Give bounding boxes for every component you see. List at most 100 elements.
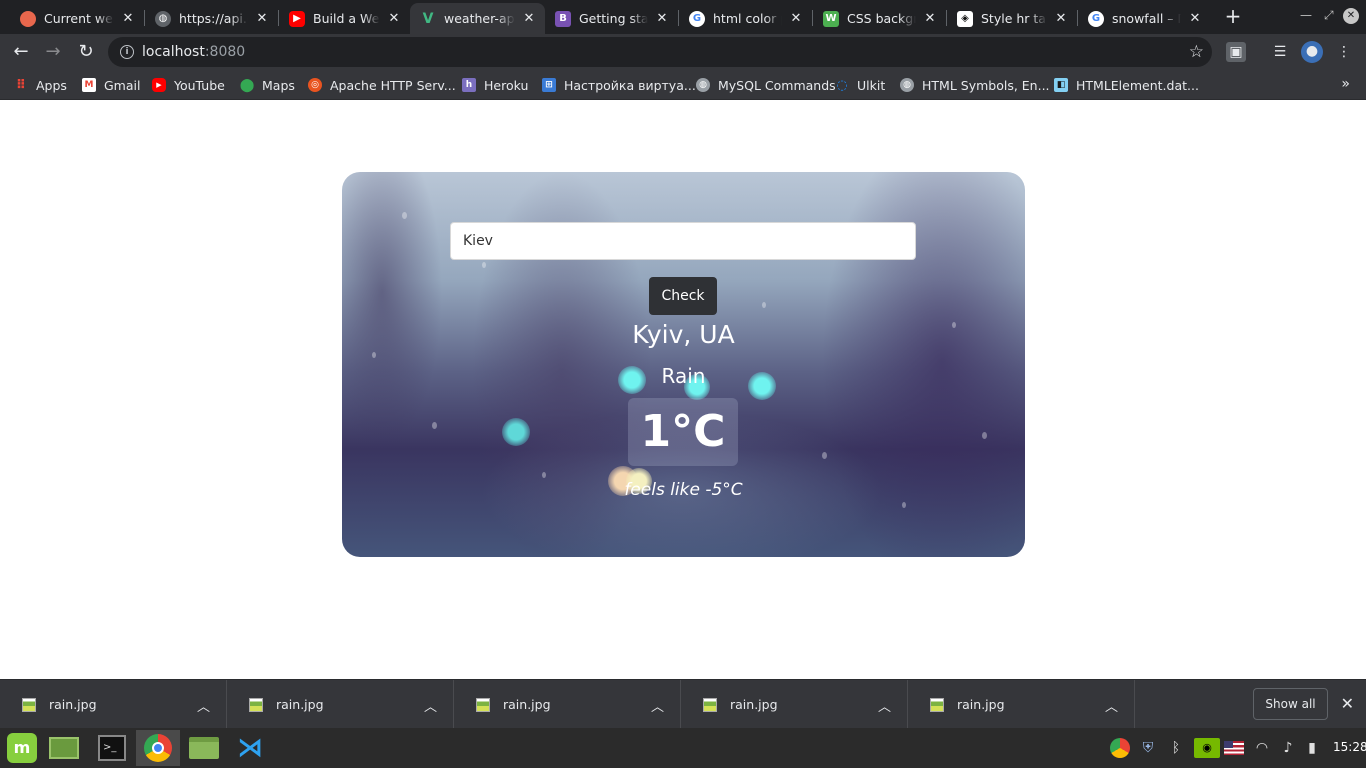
check-button[interactable]: Check xyxy=(649,277,717,315)
close-icon[interactable]: ✕ xyxy=(788,11,804,27)
chevron-up-icon[interactable]: ︿ xyxy=(878,696,891,715)
tab-css-background[interactable]: W CSS background ✕ xyxy=(813,3,946,34)
heroku-icon: h xyxy=(462,78,476,92)
bookmark-label: Apache HTTP Serv... xyxy=(330,77,456,93)
weather-condition: Rain xyxy=(661,364,706,388)
extension-icon[interactable]: ▣ xyxy=(1226,42,1246,62)
chevron-up-icon[interactable]: ︿ xyxy=(197,696,210,715)
close-window-icon[interactable]: ✕ xyxy=(1343,8,1359,24)
feels-like-text: feels like -5°C xyxy=(624,480,743,500)
bookmark-maps[interactable]: ⬤ Maps xyxy=(240,76,295,94)
tab-weather-app[interactable]: V weather-app ✕ xyxy=(410,3,545,34)
back-arrow-icon[interactable]: ← xyxy=(10,41,32,63)
close-icon[interactable]: ✕ xyxy=(922,11,938,27)
show-all-button[interactable]: Show all xyxy=(1253,688,1328,720)
bookmark-virtual-setup[interactable]: ⊞ Настройка виртуа... xyxy=(542,76,696,94)
download-filename: rain.jpg xyxy=(503,697,551,712)
close-icon[interactable]: ✕ xyxy=(1187,11,1203,27)
rain-drop xyxy=(822,452,827,459)
profile-avatar[interactable]: ● xyxy=(1301,41,1323,63)
download-filename: rain.jpg xyxy=(276,697,324,712)
close-icon[interactable]: ✕ xyxy=(120,11,136,27)
reload-icon[interactable]: ↻ xyxy=(75,41,97,63)
bookmarks-bar: ⠿ Apps M Gmail ▶ YouTube ⬤ Maps ◎ Apache… xyxy=(0,70,1366,100)
gmail-icon: M xyxy=(82,78,96,92)
chrome-icon[interactable] xyxy=(136,730,180,766)
address-bar[interactable]: i localhost :8080 ☆ xyxy=(108,37,1212,67)
tab-build-weather[interactable]: ▶ Build a Weather App ✕ xyxy=(279,3,410,34)
music-note-icon[interactable]: ♪ xyxy=(1278,738,1298,758)
chevron-up-icon[interactable]: ︿ xyxy=(1105,696,1118,715)
page-content: Check Kyiv, UA Rain 1°C feels like -5°C xyxy=(0,104,1366,679)
media-queue-icon[interactable]: ☰ xyxy=(1270,42,1290,62)
download-item[interactable]: rain.jpg ︿ xyxy=(0,680,227,729)
tab-api[interactable]: ◍ https://api.openweathermap.org ✕ xyxy=(145,3,278,34)
download-item[interactable]: rain.jpg ︿ xyxy=(681,680,908,729)
show-desktop-icon[interactable] xyxy=(42,730,86,766)
city-search-input[interactable] xyxy=(450,222,916,260)
rain-drop xyxy=(482,262,486,268)
tab-title: https://api.openweathermap.org xyxy=(179,11,248,26)
close-icon[interactable]: ✕ xyxy=(654,11,670,27)
nvidia-icon[interactable]: ◉ xyxy=(1194,738,1220,758)
bookmark-star-icon[interactable]: ☆ xyxy=(1189,42,1204,62)
download-item[interactable]: rain.jpg ︿ xyxy=(908,680,1135,729)
bookmark-heroku[interactable]: h Heroku xyxy=(462,76,528,94)
rain-drop xyxy=(762,302,766,308)
bookmark-youtube[interactable]: ▶ YouTube xyxy=(152,76,225,94)
bookmark-uikit[interactable]: ◌ Ulkit xyxy=(835,76,885,94)
bluetooth-icon[interactable]: ᛒ xyxy=(1166,738,1186,758)
close-icon[interactable]: ✕ xyxy=(521,11,537,27)
new-tab-button[interactable]: + xyxy=(1222,6,1244,28)
tab-strip: Current weather ✕ ◍ https://api.openweat… xyxy=(0,0,1366,34)
mdn-icon: ◧ xyxy=(1054,78,1068,92)
chevron-double-right-icon[interactable]: » xyxy=(1341,76,1350,92)
chevron-up-icon[interactable]: ︿ xyxy=(651,696,664,715)
chevron-up-icon[interactable]: ︿ xyxy=(424,696,437,715)
rain-drop xyxy=(902,502,906,508)
bookmark-mysql[interactable]: ◍ MySQL Commands xyxy=(696,76,836,94)
battery-icon[interactable]: ▮ xyxy=(1302,738,1322,758)
vscode-icon[interactable]: ⋊ xyxy=(228,730,272,766)
terminal-icon[interactable]: >_ xyxy=(90,730,134,766)
bookmark-label: Heroku xyxy=(484,77,529,93)
bookmark-apache[interactable]: ◎ Apache HTTP Serv... xyxy=(308,76,456,94)
mint-menu-icon[interactable]: m xyxy=(0,730,44,766)
close-icon[interactable]: ✕ xyxy=(1053,11,1069,27)
close-icon[interactable]: ✕ xyxy=(386,11,402,27)
tab-html-color[interactable]: G html color picker ✕ xyxy=(679,3,812,34)
bookmark-gmail[interactable]: M Gmail xyxy=(82,76,140,94)
info-icon[interactable]: i xyxy=(120,45,134,59)
tab-current-weather[interactable]: Current weather ✕ xyxy=(10,3,144,34)
menu-kebab-icon[interactable]: ⋮ xyxy=(1334,42,1354,62)
rain-drop xyxy=(372,352,376,358)
download-item[interactable]: rain.jpg ︿ xyxy=(227,680,454,729)
wifi-icon[interactable]: ◠ xyxy=(1252,738,1272,758)
image-file-icon xyxy=(703,697,717,712)
w3schools-icon: W xyxy=(823,10,839,27)
us-flag-keyboard-icon[interactable] xyxy=(1224,741,1244,755)
files-folder-icon[interactable] xyxy=(182,730,226,766)
bokeh-light xyxy=(502,418,530,446)
forward-arrow-icon[interactable]: → xyxy=(42,41,64,63)
download-filename: rain.jpg xyxy=(49,697,97,712)
bookmark-html-symbols[interactable]: ◍ HTML Symbols, En... xyxy=(900,76,1050,94)
bookmark-apps[interactable]: ⠿ Apps xyxy=(14,76,67,94)
tab-style-hr[interactable]: ◈ Style hr tag ✕ xyxy=(947,3,1077,34)
bookmark-label: YouTube xyxy=(174,77,225,93)
vue-icon: V xyxy=(422,10,434,27)
tab-title: Build a Weather App xyxy=(313,11,380,26)
os-taskbar: m >_ ⋊ ⛨ ᛒ ◉ ◠ ♪ ▮ 15:28 xyxy=(0,728,1366,768)
tab-snowfall[interactable]: G snowfall – Пошук Google ✕ xyxy=(1078,3,1211,34)
close-icon[interactable]: ✕ xyxy=(1341,694,1354,713)
minimize-icon[interactable]: — xyxy=(1300,8,1312,22)
shield-icon[interactable]: ⛨ xyxy=(1138,738,1158,758)
apps-grid-icon: ⠿ xyxy=(15,77,27,93)
tab-title: Style hr tag xyxy=(981,11,1047,26)
restore-icon[interactable]: ⤢ xyxy=(1324,8,1334,23)
close-icon[interactable]: ✕ xyxy=(254,11,270,27)
chrome-tray-icon[interactable] xyxy=(1110,738,1130,758)
bookmark-mdn[interactable]: ◧ HTMLElement.dat... xyxy=(1054,76,1199,94)
tab-getting-started[interactable]: B Getting started ✕ xyxy=(545,3,678,34)
download-item[interactable]: rain.jpg ︿ xyxy=(454,680,681,729)
